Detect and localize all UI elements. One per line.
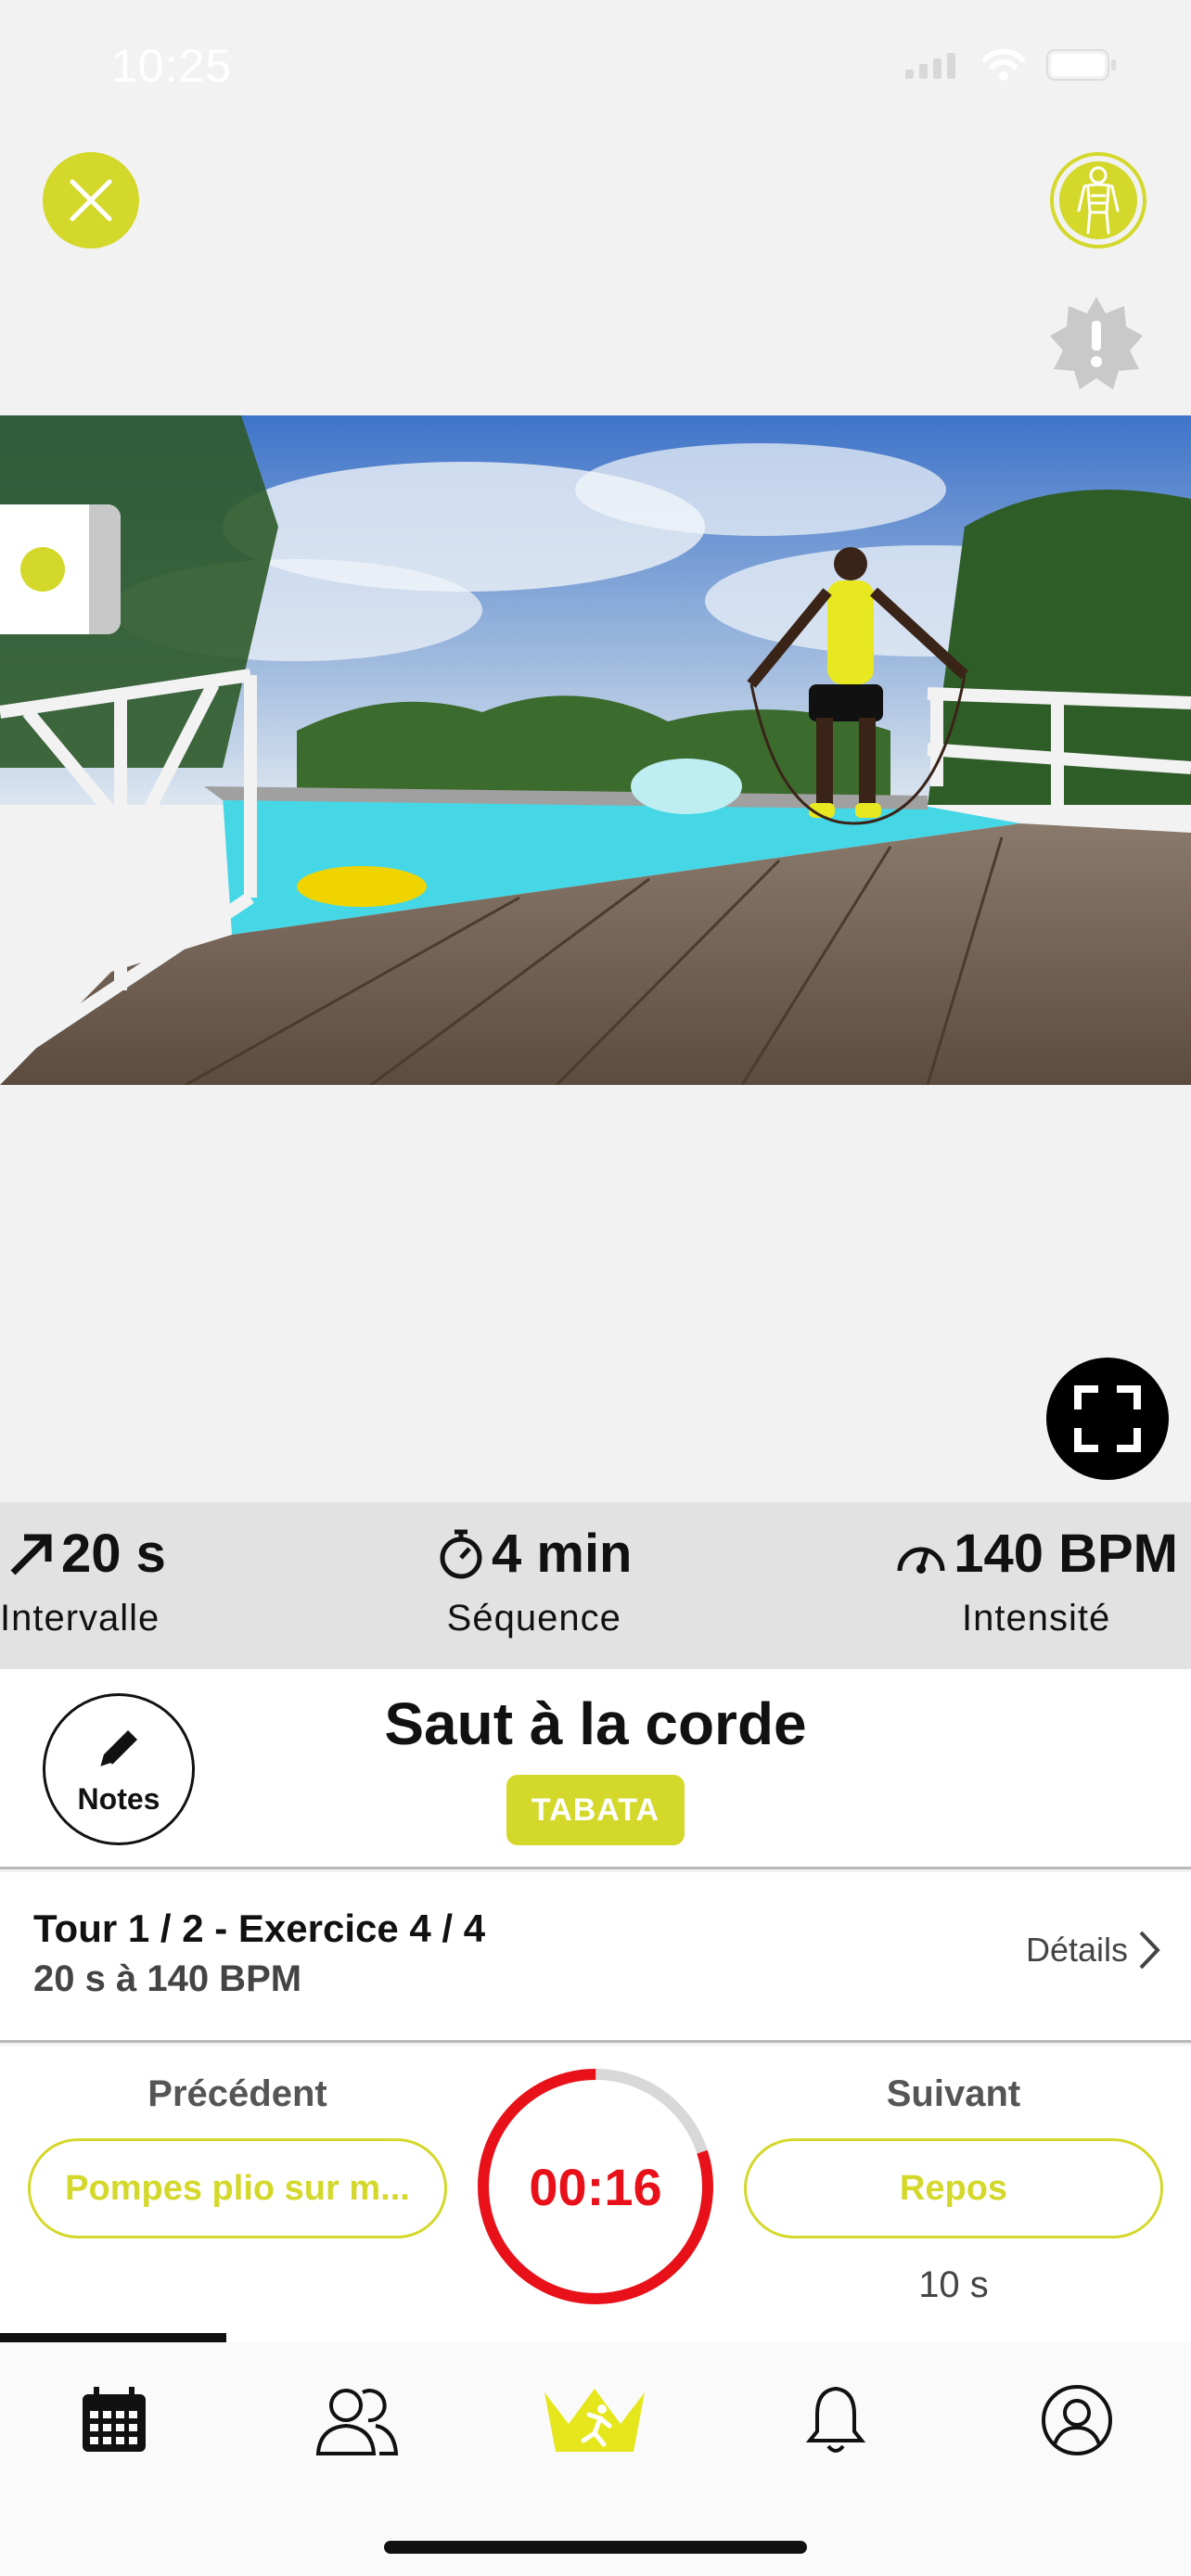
stat-sequence-label: Séquence [446, 1598, 621, 1639]
stat-intensity: 140 BPM Intensité [894, 1523, 1178, 1639]
details-label: Détails [1025, 1931, 1128, 1969]
users-icon [315, 2389, 399, 2455]
stat-intensity-value: 140 BPM [954, 1524, 1178, 1584]
status-icons [905, 48, 1117, 82]
stat-interval-label: Intervalle [0, 1598, 160, 1639]
tab-workout[interactable] [534, 2374, 655, 2467]
crown-runner-icon [544, 2389, 645, 2452]
alert-badge-icon [1050, 297, 1143, 389]
battery-icon [1046, 49, 1116, 81]
alert-button[interactable] [1048, 295, 1145, 391]
exercise-video-image [0, 415, 1191, 1085]
tab-profile[interactable] [1017, 2374, 1137, 2467]
chevron-right-icon [1139, 1931, 1160, 1970]
tab-calendar[interactable] [54, 2374, 174, 2467]
pencil-icon [99, 1729, 137, 1768]
profile-icon [1042, 2385, 1112, 2455]
side-drawer-tab[interactable] [0, 504, 121, 634]
stat-interval: 20 s Intervalle [0, 1523, 166, 1639]
stat-interval-value: 20 s [61, 1524, 166, 1584]
wifi-icon [982, 48, 1025, 81]
gauge-icon [897, 1547, 945, 1574]
previous-exercise-button[interactable]: Pompes plio sur m... [28, 2138, 447, 2238]
notes-label: Notes [77, 1781, 160, 1816]
tab-community[interactable] [295, 2374, 416, 2467]
drawer-indicator-dot [20, 547, 65, 592]
muscle-map-button[interactable] [1054, 156, 1143, 245]
body-icon [1077, 166, 1120, 235]
fullscreen-button[interactable] [1046, 1358, 1169, 1480]
arrow-up-right-icon [10, 1534, 52, 1575]
home-indicator [384, 2541, 807, 2554]
tab-notifications[interactable] [775, 2374, 896, 2467]
notes-button[interactable]: Notes [43, 1693, 195, 1845]
close-icon [70, 179, 112, 222]
drawer-grip [89, 504, 121, 634]
next-label: Suivant [886, 2073, 1021, 2114]
details-link[interactable]: Détails [1026, 1929, 1161, 1971]
workout-type-badge: TABATA [506, 1775, 685, 1845]
next-exercise-duration: 10 s [918, 2264, 989, 2305]
round-target-text: 20 s à 140 BPM [33, 1958, 302, 1999]
fullscreen-icon [1074, 1385, 1141, 1452]
round-progress-text: Tour 1 / 2 - Exercice 4 / 4 [33, 1906, 486, 1950]
countdown-timer[interactable]: 00:16 [473, 2064, 718, 2309]
stat-intensity-label: Intensité [962, 1598, 1111, 1639]
previous-label: Précédent [147, 2073, 327, 2114]
signal-icon [905, 53, 955, 79]
next-exercise-button[interactable]: Repos [744, 2138, 1163, 2238]
stopwatch-icon [440, 1529, 482, 1578]
calendar-icon [83, 2387, 146, 2452]
stat-sequence: 4 min Séquence [436, 1523, 633, 1639]
exercise-video[interactable] [0, 415, 1191, 1085]
workout-progress-fill [0, 2333, 226, 2342]
workout-stats-bar: 20 s Intervalle 4 min Séquence 140 BPM I… [0, 1502, 1191, 1669]
stat-sequence-value: 4 min [492, 1524, 633, 1584]
exercise-title: Saut à la corde [384, 1690, 807, 1757]
bell-icon [805, 2386, 866, 2453]
close-button[interactable] [43, 152, 139, 249]
round-info-row[interactable] [0, 1872, 1191, 2043]
status-time: 10:25 [111, 40, 233, 92]
